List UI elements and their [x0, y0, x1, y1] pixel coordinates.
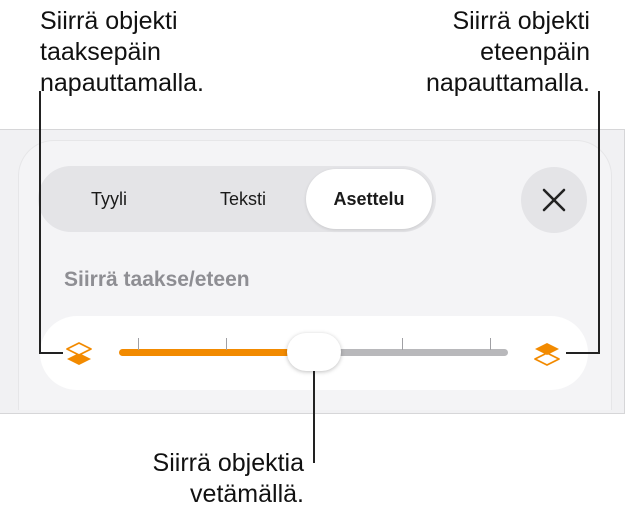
- slider-track-filled: [119, 349, 315, 356]
- layers-back-icon[interactable]: [64, 339, 94, 369]
- slider-tick: [490, 338, 491, 350]
- callout-line-left: [39, 352, 63, 354]
- callout-line-right: [566, 352, 600, 354]
- callout-line-bottom: [313, 371, 315, 463]
- callout-move-forward: Siirrä objekti eteenpäin napauttamalla.: [425, 7, 590, 97]
- callout-line-left: [39, 91, 41, 354]
- layers-front-icon[interactable]: [532, 339, 562, 369]
- callout-move-backward: Siirrä objekti taaksepäin napauttamalla.: [40, 7, 205, 97]
- section-title: Siirrä taakse/eteen: [64, 268, 250, 291]
- tab-style[interactable]: Tyyli: [50, 166, 168, 232]
- slider-tick: [402, 338, 403, 350]
- close-button[interactable]: [521, 167, 587, 233]
- callout-line-right: [598, 91, 600, 354]
- callout-drag: Siirrä objektia vetämällä.: [152, 449, 304, 508]
- close-icon: [542, 188, 566, 212]
- tab-arrange[interactable]: Asettelu: [306, 169, 432, 229]
- slider-tick: [226, 338, 227, 350]
- slider-tick: [138, 338, 139, 350]
- slider-thumb[interactable]: [287, 333, 341, 371]
- tab-bar: Tyyli Teksti Asettelu: [38, 166, 436, 232]
- tab-text[interactable]: Teksti: [168, 166, 318, 232]
- slider-track-empty: [312, 349, 508, 356]
